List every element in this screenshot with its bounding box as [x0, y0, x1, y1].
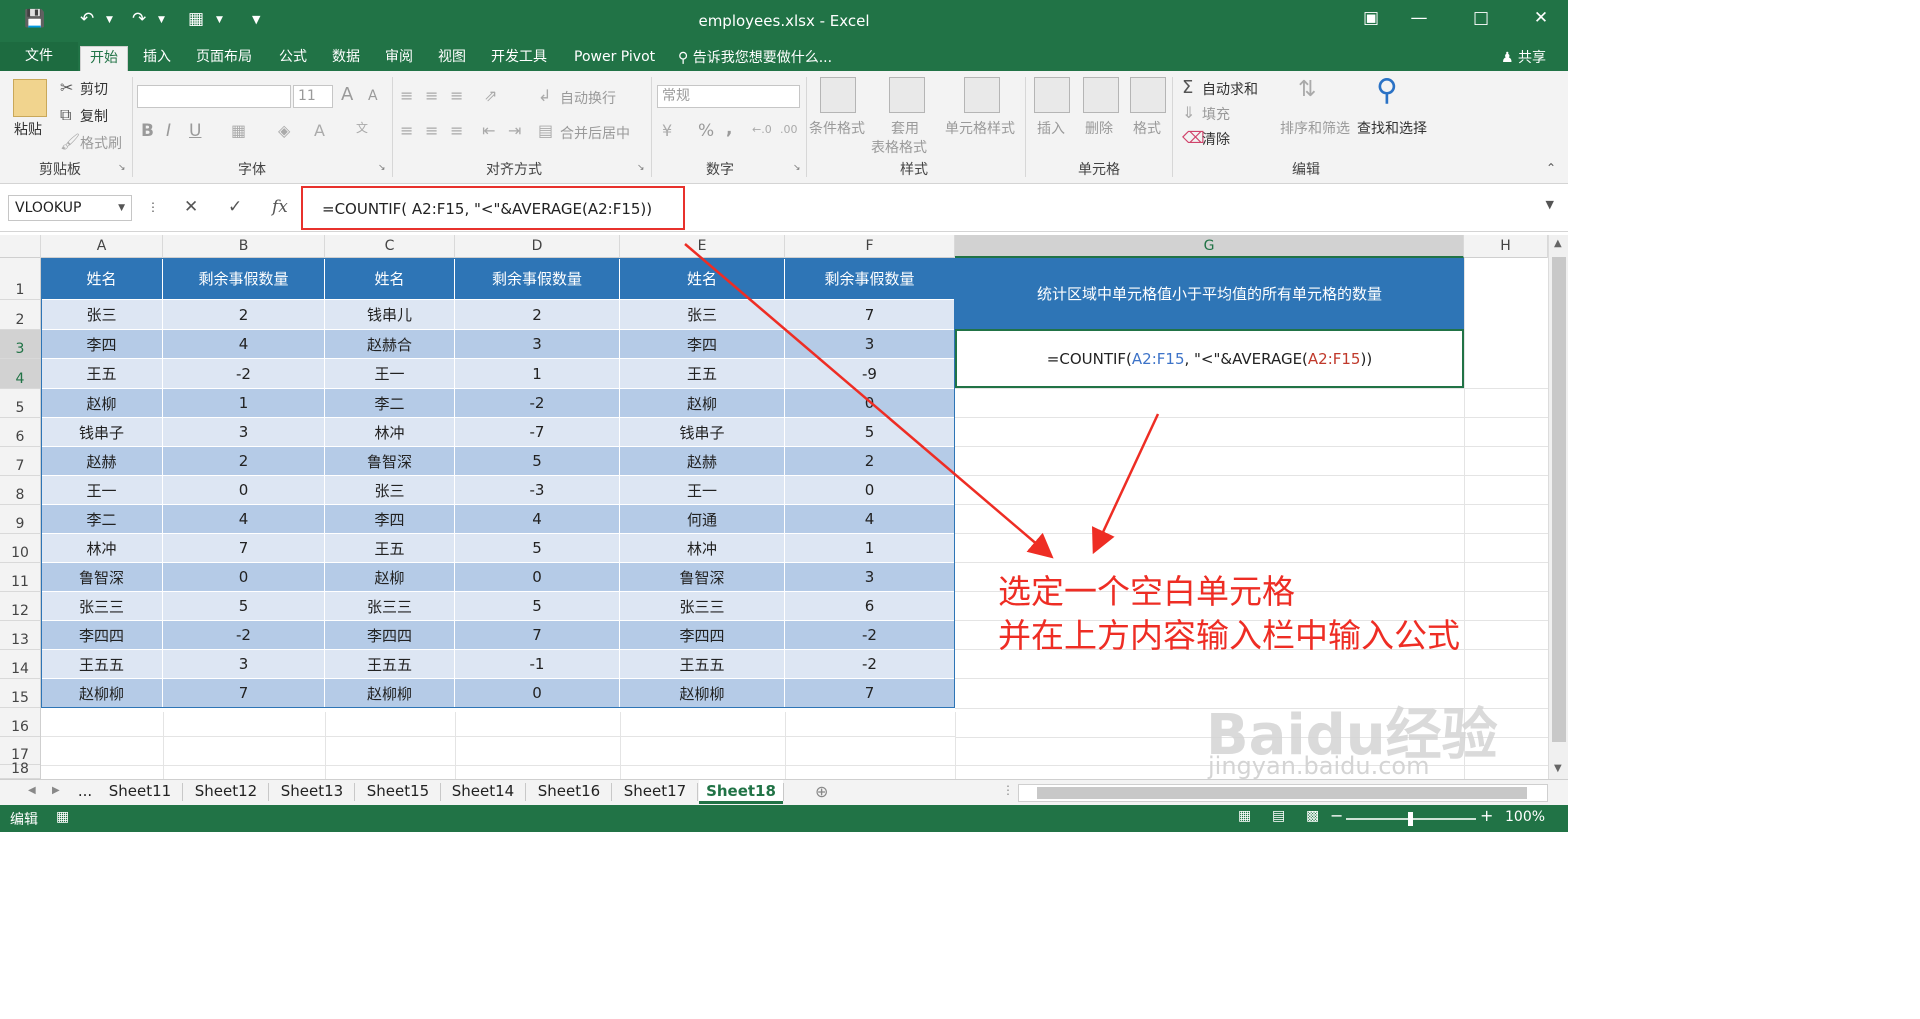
more-icon: ⋮: [1002, 783, 1014, 797]
annotation-line-2: 并在上方内容输入栏中输入公式: [998, 616, 1460, 655]
scroll-thumb[interactable]: [1552, 257, 1566, 742]
scroll-up-icon[interactable]: ▲: [1554, 238, 1562, 249]
sheet-tab[interactable]: Sheet15: [356, 780, 440, 804]
zoom-level[interactable]: 100%: [1505, 809, 1545, 825]
zoom-out-icon[interactable]: −: [1330, 806, 1343, 825]
arrow-from-formula-bar: [684, 243, 1054, 559]
tab-separator: [182, 783, 183, 801]
page-layout-view-icon[interactable]: ▤: [1272, 808, 1285, 824]
more-sheets-button[interactable]: ...: [74, 780, 96, 804]
page-break-view-icon[interactable]: ▩: [1306, 808, 1319, 824]
vertical-scrollbar[interactable]: ▲ ▼: [1548, 235, 1568, 779]
horizontal-scrollbar[interactable]: [1018, 784, 1548, 802]
annotation-line-1: 选定一个空白单元格: [998, 572, 1295, 611]
zoom-slider-thumb[interactable]: [1408, 812, 1413, 826]
tab-separator: [697, 783, 698, 801]
sheet-tab[interactable]: Sheet17: [613, 780, 697, 804]
prev-sheet-icon[interactable]: ◀: [28, 785, 36, 796]
zoom-in-icon[interactable]: +: [1480, 806, 1493, 825]
next-sheet-icon[interactable]: ▶: [52, 785, 60, 796]
annotation-text: 选定一个空白单元格 并在上方内容输入栏中输入公式: [998, 570, 1460, 658]
tab-separator: [354, 783, 355, 801]
scroll-down-icon[interactable]: ▼: [1554, 763, 1562, 774]
annotation-arrows: [684, 243, 1160, 559]
sheet-tab[interactable]: Sheet16: [527, 780, 611, 804]
sheet-tab[interactable]: Sheet12: [184, 780, 268, 804]
add-sheet-icon[interactable]: ⊕: [815, 782, 828, 801]
status-mode: 编辑: [10, 812, 38, 828]
arrow-to-cell: [1092, 413, 1160, 555]
horizontal-scroll-thumb[interactable]: [1037, 787, 1527, 799]
tab-separator: [268, 783, 269, 801]
excel-window: 💾 ↶ ▼ ↷ ▼ ▦ ▼ ▼ employees.xlsx - Excel ▣…: [0, 0, 1568, 832]
sheet-tab-bar: ◀ ▶ ... Sheet11 Sheet12 Sheet13 Sheet15 Sheet…: [0, 779, 1568, 805]
tab-separator: [525, 783, 526, 801]
sheet-tab[interactable]: Sheet11: [98, 780, 182, 804]
tab-separator: [611, 783, 612, 801]
tab-separator: [783, 783, 784, 801]
sheet-tab[interactable]: Sheet13: [270, 780, 354, 804]
normal-view-icon[interactable]: ▦: [1238, 808, 1251, 824]
sheet-tab[interactable]: Sheet18: [699, 780, 783, 804]
macro-record-icon[interactable]: ▦: [56, 809, 69, 825]
status-bar: 编辑 ▦ ▦ ▤ ▩ − + 100%: [0, 805, 1568, 832]
sheet-tab[interactable]: Sheet14: [441, 780, 525, 804]
